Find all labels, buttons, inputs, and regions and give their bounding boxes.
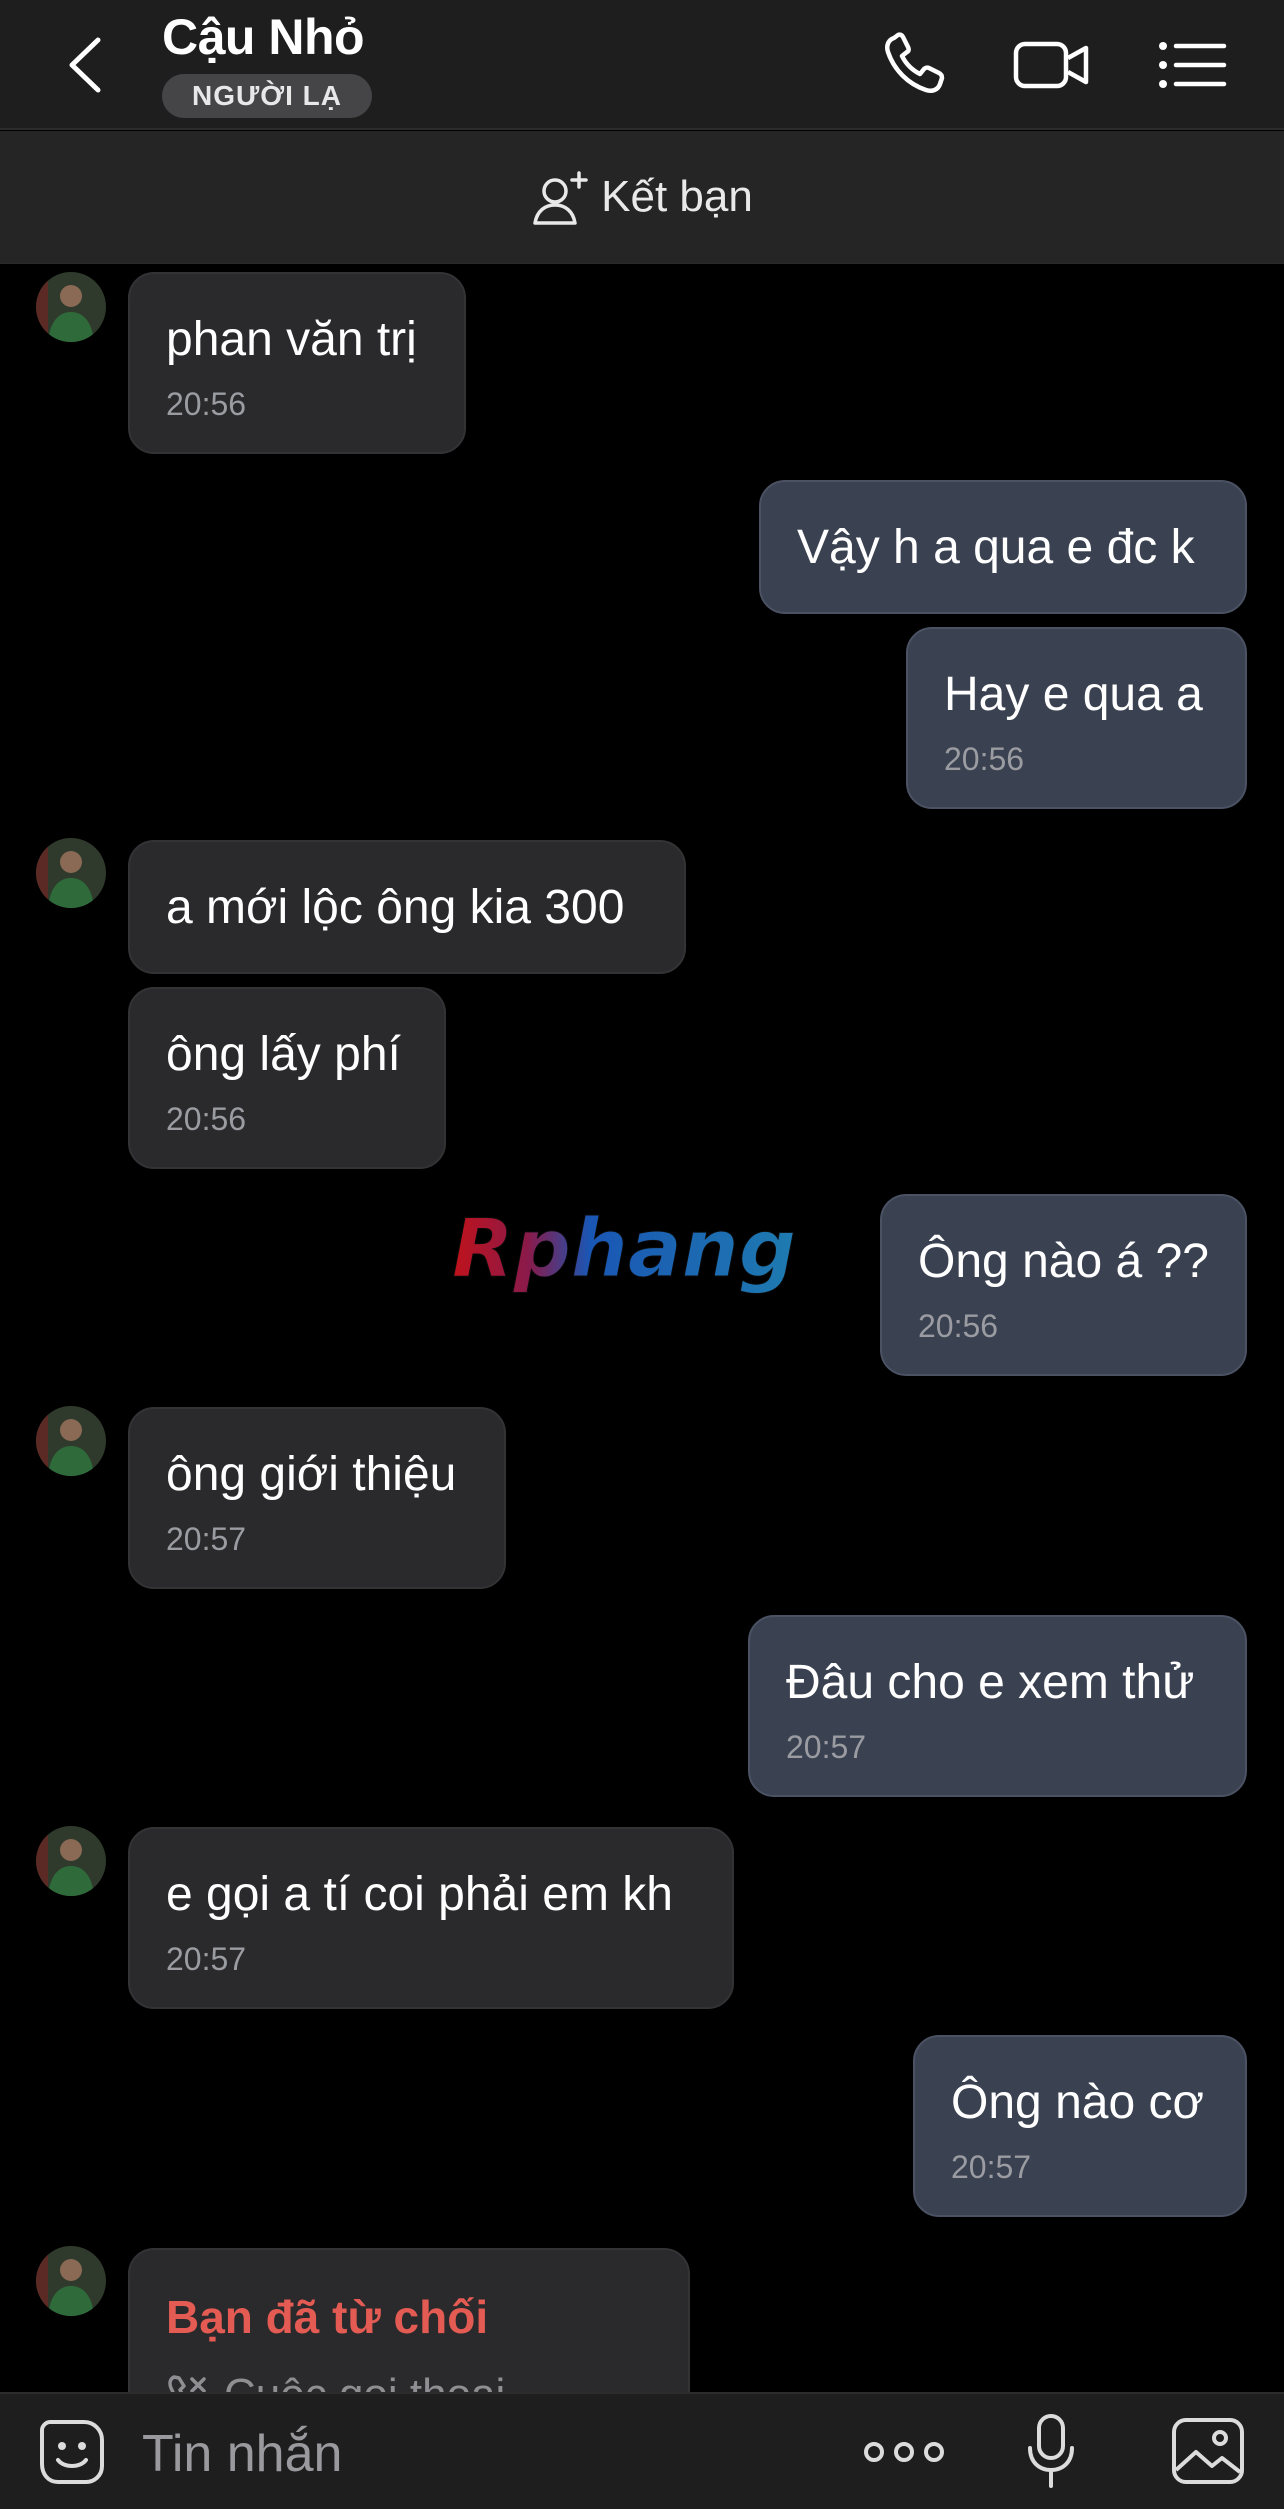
- message-composer: Tin nhắn: [0, 2392, 1284, 2509]
- call-declined-text: Bạn đã từ chối: [166, 2291, 489, 2343]
- message-text: Hay e qua a: [944, 668, 1203, 721]
- message-time: 20:56: [166, 386, 247, 422]
- add-friend-label: Kết bạn: [601, 172, 753, 221]
- message-time: 20:56: [918, 1308, 999, 1344]
- message-text: a mới lộc ông kia 300: [166, 881, 625, 934]
- message-bubble[interactable]: Ông nào á ?? 20:56: [880, 1194, 1247, 1376]
- message-bubble[interactable]: ông giới thiệu 20:57: [128, 1407, 506, 1589]
- message-text: Đâu cho e xem thử: [786, 1656, 1195, 1709]
- message-bubble[interactable]: e gọi a tí coi phải em kh 20:57: [128, 1827, 734, 2009]
- contact-avatar[interactable]: [36, 1826, 106, 1896]
- contact-avatar[interactable]: [36, 1406, 106, 1476]
- message-text: Ông nào cơ: [951, 2076, 1204, 2129]
- sticker-icon[interactable]: [36, 2416, 108, 2488]
- message-bubble[interactable]: a mới lộc ông kia 300: [128, 840, 686, 974]
- message-bubble[interactable]: Hay e qua a 20:56: [906, 627, 1247, 809]
- image-icon[interactable]: [1170, 2416, 1246, 2486]
- message-time: 20:56: [944, 741, 1025, 777]
- contact-avatar[interactable]: [36, 272, 106, 342]
- message-text: Ông nào á ??: [918, 1235, 1209, 1288]
- message-text: phan văn trị: [166, 313, 417, 366]
- message-bubble[interactable]: Vậy h a qua e đc k: [759, 480, 1247, 614]
- list-menu-icon[interactable]: [1154, 30, 1234, 100]
- chat-header: Cậu Nhỏ NGƯỜI LẠ: [0, 0, 1284, 130]
- add-friend-icon: [533, 171, 588, 225]
- message-bubble[interactable]: Ông nào cơ 20:57: [913, 2035, 1247, 2217]
- watermark-logo: Rphang: [452, 1202, 797, 1296]
- message-time: 20:57: [166, 1521, 247, 1557]
- message-time: 20:57: [166, 1941, 247, 1977]
- contact-name[interactable]: Cậu Nhỏ: [162, 8, 365, 66]
- message-bubble[interactable]: phan văn trị 20:56: [128, 272, 466, 454]
- message-time: 20:57: [786, 1729, 867, 1765]
- message-text: e gọi a tí coi phải em kh: [166, 1868, 673, 1921]
- message-bubble[interactable]: Đâu cho e xem thử 20:57: [748, 1615, 1247, 1797]
- message-bubble[interactable]: ông lấy phí 20:56: [128, 987, 446, 1169]
- message-time: 20:56: [166, 1101, 247, 1137]
- contact-avatar[interactable]: [36, 2246, 106, 2316]
- more-dots-icon[interactable]: [862, 2430, 946, 2474]
- svg-text:Rphang: Rphang: [452, 1202, 796, 1295]
- message-text: ông giới thiệu: [166, 1448, 457, 1501]
- microphone-icon[interactable]: [1024, 2412, 1078, 2492]
- phone-icon[interactable]: [876, 30, 956, 100]
- message-input[interactable]: Tin nhắn: [142, 2424, 342, 2484]
- contact-avatar[interactable]: [36, 838, 106, 908]
- message-time: 20:57: [951, 2149, 1032, 2185]
- back-arrow-icon[interactable]: [58, 30, 118, 100]
- message-text: ông lấy phí: [166, 1028, 401, 1081]
- stranger-badge: NGƯỜI LẠ: [162, 74, 372, 118]
- video-icon[interactable]: [1012, 30, 1092, 100]
- message-text: Vậy h a qua e đc k: [797, 521, 1195, 574]
- add-friend-bar[interactable]: Kết bạn: [0, 131, 1284, 264]
